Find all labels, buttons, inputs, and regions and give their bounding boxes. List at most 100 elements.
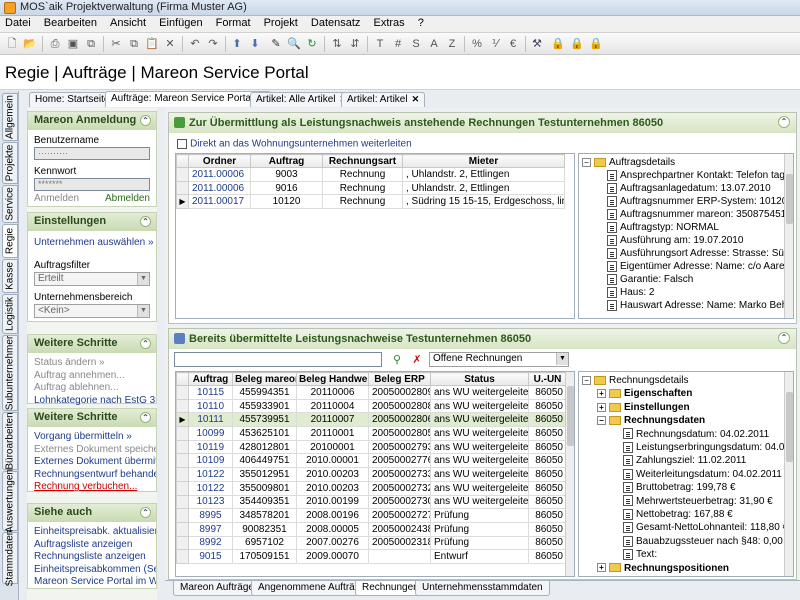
- table-row[interactable]: 10115 455994351 20110006 20050002809 ans WU …: [176, 385, 567, 400]
- sort-asc-icon[interactable]: ⇅: [329, 36, 345, 52]
- arrow-down-icon[interactable]: ⬇: [247, 36, 263, 52]
- table-row[interactable]: 10119 428012801 20100001 20050002793 ans WU …: [176, 439, 567, 455]
- z-icon[interactable]: Z: [444, 36, 460, 52]
- open-icon[interactable]: 📂: [22, 36, 38, 52]
- save-external-doc-link[interactable]: Externes Dokument speichern: [28, 444, 156, 457]
- row-selector[interactable]: [176, 549, 189, 564]
- tree-scrollbar[interactable]: [784, 154, 793, 318]
- menu-einfuegen[interactable]: Einfügen: [154, 16, 207, 30]
- cell-auftrag[interactable]: 10122: [188, 467, 233, 482]
- menu-projekt[interactable]: Projekt: [259, 16, 303, 30]
- expand-node-icon[interactable]: +: [597, 389, 606, 399]
- doc-tab-artikel[interactable]: Artikel: Artikel ✕: [341, 92, 426, 107]
- cell-auftrag[interactable]: 8995: [188, 508, 233, 523]
- unit-price-sets-link[interactable]: Einheitspreisabkommen (Sets): [28, 564, 156, 577]
- forward-checkbox[interactable]: [177, 139, 187, 150]
- tree-node[interactable]: Auftragsnummer ERP-System: 10120: [607, 195, 787, 208]
- menu-ansicht[interactable]: Ansicht: [105, 16, 151, 30]
- cut-icon[interactable]: ✂: [108, 36, 124, 52]
- forward-checkbox-row[interactable]: Direkt an das Wohnungsunternehmen weiter…: [177, 138, 412, 150]
- post-invoice-link[interactable]: Rechnung verbuchen...: [28, 481, 156, 494]
- row-selector[interactable]: [176, 535, 189, 551]
- vtab-bueroarbeiten[interactable]: Büroarbeiten: [2, 412, 18, 470]
- cell-auftrag[interactable]: 10110: [188, 398, 233, 414]
- bottom-tab-unternehmensstammdaten[interactable]: Unternehmensstammdaten: [415, 581, 550, 596]
- vtab-kasse[interactable]: Kasse: [2, 259, 18, 293]
- menu-format[interactable]: Format: [211, 16, 256, 30]
- delete-icon[interactable]: ✕: [162, 36, 178, 52]
- row-selector[interactable]: [176, 167, 189, 182]
- table-row[interactable]: ▶ 10111 455739951 20110007 20050002806 ans WU…: [176, 412, 567, 428]
- column-header-auftrag[interactable]: Auftrag: [250, 154, 323, 168]
- table-row[interactable]: 10109 406449751 2010.00001 20050002776 ans W…: [176, 453, 567, 469]
- bottom-tab-mareon-auftraege[interactable]: Mareon Aufträge: [173, 581, 261, 596]
- tree-node[interactable]: Nettobetrag: 167,88 €: [623, 508, 733, 521]
- cell-ordner[interactable]: 2011.00006: [188, 167, 251, 182]
- table-row[interactable]: 9015 170509151 2009.00070 Entwurf 86050: [176, 549, 567, 564]
- vtab-auswertungen[interactable]: Auswertungen: [2, 469, 18, 533]
- lock-blue-icon[interactable]: 🔒: [550, 36, 566, 52]
- tree-node[interactable]: Zahlungsziel: 11.02.2011: [623, 454, 746, 467]
- tree-node[interactable]: Gesamt-NettoLohnanteil: 118,80 €: [623, 521, 788, 534]
- menu-datei[interactable]: Datei: [0, 16, 36, 30]
- copy-doc-icon[interactable]: ⧉: [83, 36, 99, 52]
- company-area-select[interactable]: <Kein> ▼: [34, 303, 150, 318]
- column-header-status[interactable]: Status: [430, 372, 529, 386]
- row-selector[interactable]: [176, 521, 189, 537]
- tree-node[interactable]: Auftragstyp: NORMAL: [607, 221, 719, 234]
- vtab-allgemein[interactable]: Allgemein: [2, 93, 18, 141]
- table-row[interactable]: 10123 354409351 2010.00199 20050002730 ans W…: [176, 494, 567, 510]
- collapse-icon[interactable]: ⌃: [140, 338, 151, 349]
- column-header-beleg-mareon[interactable]: Beleg mareon: [232, 372, 297, 386]
- collapse-icon[interactable]: ⌃: [778, 332, 790, 344]
- refresh-icon[interactable]: ↻: [304, 36, 320, 52]
- apply-filter-icon[interactable]: ⚲: [389, 352, 405, 368]
- hash-icon[interactable]: #: [390, 36, 406, 52]
- tree-node[interactable]: − Rechnungsdaten: [597, 414, 705, 427]
- tree-node[interactable]: Ausführung am: 19.07.2010: [607, 234, 743, 247]
- tree-node[interactable]: Eigentümer Adresse: Name: c/o Aareon: [607, 260, 793, 273]
- percent-icon[interactable]: %: [469, 36, 485, 52]
- tree-node[interactable]: + Eigenschaften: [597, 387, 692, 400]
- table-row[interactable]: 8992 6957102 2007.00276 20050002318 Prüfung 8…: [176, 535, 567, 551]
- doc-tab-alle-artikel[interactable]: Artikel: Alle Artikel✕: [250, 92, 354, 107]
- vtab-projekte[interactable]: Projekte: [2, 142, 18, 184]
- menu-datensatz[interactable]: Datensatz: [306, 16, 366, 30]
- menu-bearbeiten[interactable]: Bearbeiten: [39, 16, 102, 30]
- tree-node[interactable]: + Rechnungspositionen: [597, 562, 729, 575]
- doc-tab-home[interactable]: Home: Startseite: [29, 92, 116, 107]
- tree-node[interactable]: Haus: 2: [607, 286, 654, 299]
- tree-node[interactable]: + Einstellungen: [597, 401, 690, 414]
- vtab-regie[interactable]: Regie: [2, 224, 18, 258]
- transmit-external-doc-link[interactable]: Externes Dokument übermitteln: [28, 456, 156, 469]
- tree-node[interactable]: − Rechnungsdetails: [582, 374, 689, 387]
- doc-tab-auftraege[interactable]: Aufträge: Mareon Service Portal✕: [105, 91, 271, 107]
- tree-node[interactable]: Text:: [623, 548, 657, 561]
- currency-icon[interactable]: €: [505, 36, 521, 52]
- table-row[interactable]: 10122 355009801 2010.00203 20050002732 ans W…: [176, 480, 567, 496]
- new-icon[interactable]: 🗋: [4, 36, 20, 52]
- tree-node[interactable]: Ansprechpartner Kontakt: Telefon tags: [607, 169, 790, 182]
- collapse-icon[interactable]: ⌃: [778, 116, 790, 128]
- table-row[interactable]: 10110 455933901 20110004 20050002808 ans WU …: [176, 398, 567, 414]
- cell-auftrag[interactable]: 10115: [188, 385, 233, 400]
- find-icon[interactable]: 🔍: [286, 36, 302, 52]
- row-selector[interactable]: [176, 480, 189, 496]
- row-selector[interactable]: [176, 494, 189, 510]
- close-icon[interactable]: ✕: [412, 94, 420, 104]
- table-row[interactable]: 8997 90082351 2008.00005 20050002438 Prüfung…: [176, 521, 567, 537]
- cell-auftrag[interactable]: 10119: [188, 439, 233, 455]
- paste-icon[interactable]: 📋: [144, 36, 160, 52]
- show-order-list-link[interactable]: Auftragsliste anzeigen: [28, 539, 156, 552]
- table-row[interactable]: 10122 355012951 2010.00203 20050002733 ans W…: [176, 467, 567, 482]
- menu-help[interactable]: ?: [413, 16, 429, 30]
- cell-auftrag[interactable]: 8992: [188, 535, 233, 551]
- undo-icon[interactable]: ↶: [187, 36, 203, 52]
- vtab-service[interactable]: Service: [2, 185, 18, 223]
- row-selector[interactable]: [176, 180, 189, 196]
- num-icon[interactable]: ⅟: [487, 36, 503, 52]
- update-unit-price-link[interactable]: Einheitspreisabk. aktualisieren: [28, 526, 156, 539]
- logout-link[interactable]: Abmelden: [99, 193, 156, 206]
- arrow-up-icon[interactable]: ⬆: [229, 36, 245, 52]
- cell-auftrag[interactable]: 10122: [188, 480, 233, 496]
